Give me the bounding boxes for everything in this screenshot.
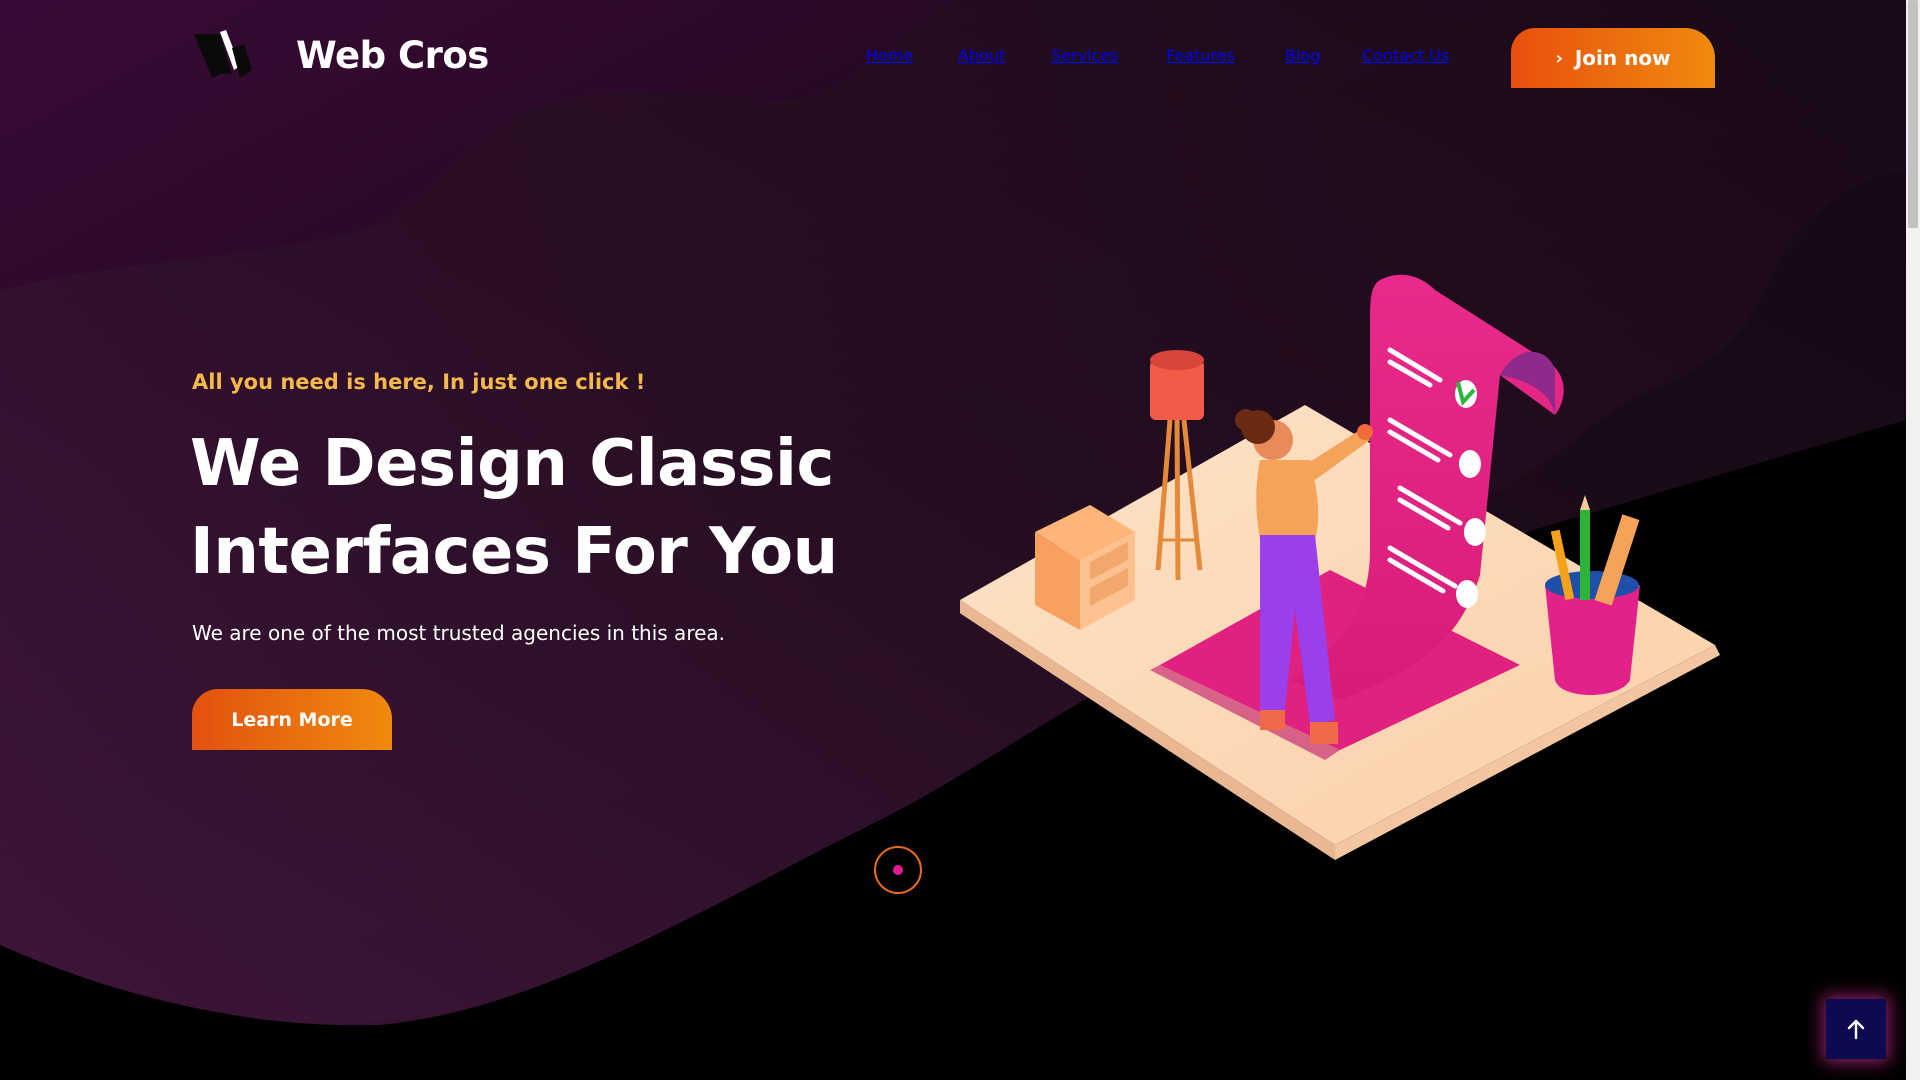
pencil-cup [1545, 495, 1640, 695]
nav-about[interactable]: About [958, 46, 1005, 65]
nav-contact-us[interactable]: Contact Us [1362, 46, 1449, 65]
join-now-button[interactable]: › Join now [1511, 28, 1715, 88]
brand-name[interactable]: Web Cros [296, 34, 489, 77]
hero-tagline: All you need is here, In just one click … [192, 370, 646, 394]
arrow-up-icon [1847, 1019, 1865, 1040]
join-now-label: Join now [1574, 46, 1671, 70]
nav-features[interactable]: Features [1166, 46, 1235, 65]
slider-indicator[interactable] [874, 846, 922, 894]
hero-subtext: We are one of the most trusted agencies … [192, 621, 726, 645]
page-scrollbar[interactable] [1906, 0, 1920, 1080]
logo-icon[interactable] [194, 30, 254, 82]
landing-page: Web Cros Home About Services Features Bl… [0, 0, 1920, 1080]
nav-home[interactable]: Home [866, 46, 913, 65]
learn-more-button[interactable]: Learn More [192, 689, 392, 750]
floor-lamp [1150, 350, 1204, 581]
headline-line-1: We Design Classic [190, 427, 834, 501]
hero-headline: We Design Classic Interfaces For You [190, 420, 890, 596]
nav-blog[interactable]: Blog [1285, 46, 1320, 65]
back-to-top-button[interactable] [1826, 999, 1886, 1059]
nav-services[interactable]: Services [1051, 46, 1118, 65]
chevron-right-icon: › [1555, 47, 1563, 69]
headline-line-2: Interfaces For You [190, 515, 838, 589]
scrollbar-thumb[interactable] [1908, 0, 1918, 228]
hero-illustration [960, 274, 1720, 860]
slider-active-dot [893, 865, 903, 875]
